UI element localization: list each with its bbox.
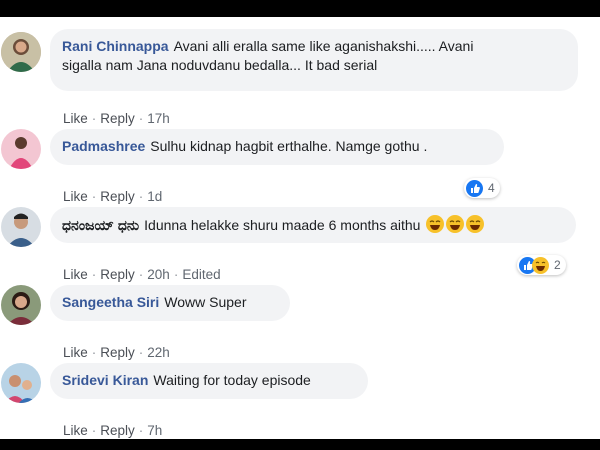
avatar[interactable] — [1, 129, 41, 169]
comment-actions: Like · Reply · 7h — [63, 423, 162, 438]
like-link[interactable]: Like — [63, 111, 88, 126]
timestamp[interactable]: 20h — [147, 267, 170, 282]
commenter-name[interactable]: Rani Chinnappa — [62, 38, 169, 54]
comment-thread: Rani Chinnappa Avani alli eralla same lik… — [0, 17, 600, 439]
comment-text: sigalla nam Jana noduvdanu bedalla... It… — [62, 57, 378, 73]
like-link[interactable]: Like — [63, 423, 88, 438]
separator: · — [173, 267, 179, 282]
commenter-name[interactable]: Sridevi Kiran — [62, 372, 148, 388]
separator: · — [138, 345, 144, 360]
avatar[interactable] — [1, 32, 41, 72]
timestamp[interactable]: 1d — [147, 189, 162, 204]
like-link[interactable]: Like — [63, 189, 88, 204]
timestamp[interactable]: 7h — [147, 423, 162, 438]
timestamp[interactable]: 22h — [147, 345, 170, 360]
separator: · — [91, 267, 97, 282]
reply-link[interactable]: Reply — [100, 267, 135, 282]
comment-bubble: Sangeetha Siri Woww Super — [50, 285, 290, 321]
separator: · — [91, 189, 97, 204]
comment-bubble: Sridevi Kiran Waiting for today episode — [50, 363, 368, 399]
avatar[interactable] — [1, 285, 41, 325]
comment-bubble: ಧನಂಜಯ್ ಧನು Idunna helakke shuru maade 6 m… — [50, 207, 576, 243]
timestamp[interactable]: 17h — [147, 111, 170, 126]
separator: · — [91, 111, 97, 126]
reply-link[interactable]: Reply — [100, 111, 135, 126]
avatar[interactable] — [1, 363, 41, 403]
comment-bubble: Padmashree Sulhu kidnap hagbit erthalhe. … — [50, 129, 504, 165]
laughing-emoji-icon — [426, 215, 445, 233]
separator: · — [138, 189, 144, 204]
comment-actions: Like · Reply · 1d — [63, 189, 162, 204]
reaction-summary[interactable]: 2 — [517, 255, 566, 275]
separator: · — [138, 267, 144, 282]
separator: · — [91, 423, 97, 438]
like-link[interactable]: Like — [63, 345, 88, 360]
comment-text: Waiting for today episode — [153, 372, 311, 388]
reaction-count: 2 — [554, 258, 561, 272]
reply-link[interactable]: Reply — [100, 189, 135, 204]
commenter-name[interactable]: Padmashree — [62, 138, 145, 154]
separator: · — [138, 111, 144, 126]
comment-text: Avani alli eralla same like aganishakshi… — [173, 38, 474, 54]
like-icon — [466, 179, 483, 197]
separator: · — [138, 423, 144, 438]
comment-actions: Like · Reply · 20h · Edited — [63, 267, 221, 282]
comment-text: Woww Super — [164, 294, 247, 310]
commenter-name[interactable]: ಧನಂಜಯ್ ಧನು — [62, 217, 139, 233]
comment-text: Sulhu kidnap hagbit erthalhe. Namge goth… — [150, 138, 428, 154]
reply-link[interactable]: Reply — [100, 423, 135, 438]
separator: · — [91, 345, 97, 360]
comment-actions: Like · Reply · 22h — [63, 345, 170, 360]
laughing-emoji-icon — [446, 215, 465, 233]
comment-bubble: Rani Chinnappa Avani alli eralla same lik… — [50, 29, 578, 91]
reaction-summary[interactable]: 4 — [464, 178, 500, 198]
commenter-name[interactable]: Sangeetha Siri — [62, 294, 159, 310]
avatar[interactable] — [1, 207, 41, 247]
edited-label[interactable]: Edited — [182, 267, 220, 282]
like-link[interactable]: Like — [63, 267, 88, 282]
haha-icon — [532, 256, 549, 274]
comment-actions: Like · Reply · 17h — [63, 111, 170, 126]
laughing-emoji-icon — [466, 215, 485, 233]
comment-text: Idunna helakke shuru maade 6 months aith… — [144, 217, 421, 233]
reply-link[interactable]: Reply — [100, 345, 135, 360]
reaction-count: 4 — [488, 181, 495, 195]
